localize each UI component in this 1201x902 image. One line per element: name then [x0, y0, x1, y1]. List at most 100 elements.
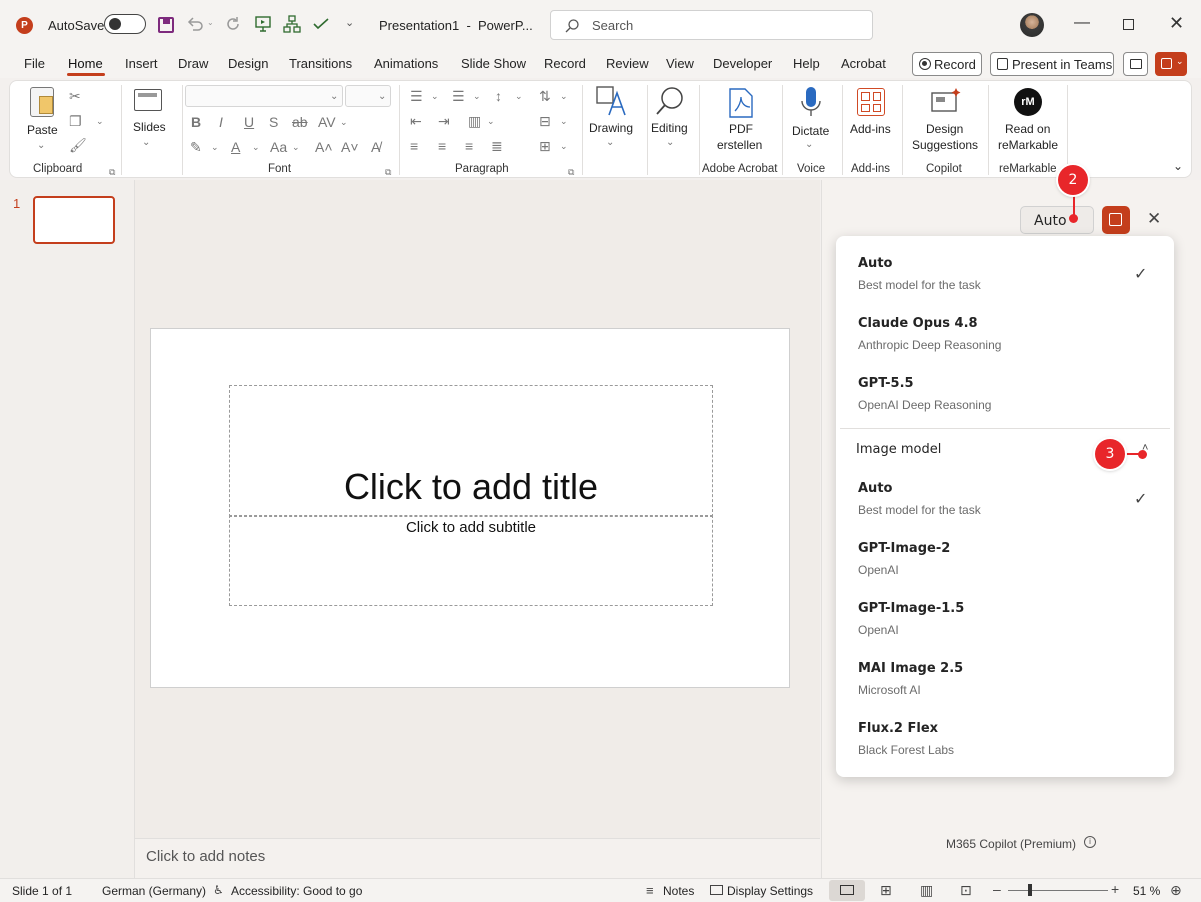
slide-sorter-icon[interactable]: ⊞	[880, 882, 892, 899]
tab-help[interactable]: Help	[793, 56, 820, 71]
share-button[interactable]: ⌄	[1155, 52, 1187, 76]
design-label-1[interactable]: Design	[926, 121, 963, 137]
align-center-icon[interactable]: ≡	[438, 139, 446, 153]
paste-icon[interactable]	[30, 87, 54, 117]
justify-icon[interactable]: ≣	[491, 139, 503, 153]
tab-acrobat[interactable]: Acrobat	[841, 56, 886, 71]
image-model-option[interactable]: Flux.2 Flex Black Forest Labs	[836, 715, 1174, 765]
paste-dropdown-icon[interactable]: ⌄	[37, 139, 45, 153]
tab-draw[interactable]: Draw	[178, 56, 208, 71]
undo-icon[interactable]	[186, 15, 204, 33]
language-indicator[interactable]: German (Germany)	[102, 884, 206, 898]
tab-review[interactable]: Review	[606, 56, 649, 71]
bullets-dropdown-icon[interactable]: ⌄	[431, 89, 439, 103]
pdf-label-2[interactable]: erstellen	[717, 137, 762, 153]
search-box[interactable]: Search	[550, 10, 873, 40]
design-label-2[interactable]: Suggestions	[912, 137, 978, 153]
cut-icon[interactable]: ✂	[69, 89, 81, 103]
shadow-icon[interactable]: S	[269, 115, 278, 129]
highlighter-icon[interactable]: ✎	[190, 140, 202, 154]
dictate-label[interactable]: Dictate	[792, 123, 829, 139]
zoom-out-icon[interactable]: –	[993, 881, 1001, 897]
new-slide-icon[interactable]	[134, 89, 162, 111]
tab-transitions[interactable]: Transitions	[289, 56, 352, 71]
drawing-shapes-icon[interactable]	[595, 85, 627, 117]
slideshow-view-icon[interactable]: ⊡	[960, 882, 972, 899]
zoom-in-icon[interactable]: +	[1111, 881, 1119, 897]
image-model-option[interactable]: MAI Image 2.5 Microsoft AI	[836, 655, 1174, 705]
accessibility-status[interactable]: Accessibility: Good to go	[231, 884, 362, 898]
customize-toolbar-icon[interactable]: ⌄	[345, 16, 354, 29]
normal-view-button[interactable]	[829, 880, 865, 901]
clear-formatting-icon[interactable]: A̸	[371, 140, 380, 154]
highlighter-dropdown-icon[interactable]: ⌄	[211, 140, 219, 154]
image-model-option[interactable]: Auto Best model for the task ✓	[836, 475, 1174, 525]
align-left-icon[interactable]: ≡	[410, 139, 418, 153]
increase-font-icon[interactable]: A˄	[315, 140, 333, 154]
paste-label[interactable]: Paste	[27, 122, 58, 138]
close-icon[interactable]: ✕	[1169, 13, 1184, 34]
fit-to-window-icon[interactable]: ⊕	[1170, 882, 1182, 899]
model-option[interactable]: GPT-5.5 OpenAI Deep Reasoning	[836, 370, 1174, 420]
minimize-icon[interactable]: —	[1074, 14, 1090, 32]
notes-button[interactable]: Notes	[663, 884, 694, 898]
undo-dropdown-icon[interactable]: ⌄	[207, 18, 214, 27]
check-shape-icon[interactable]	[312, 16, 330, 32]
image-model-option[interactable]: GPT-Image-1.5 OpenAI	[836, 595, 1174, 645]
line-spacing-icon[interactable]: ↕	[495, 89, 502, 103]
redo-icon[interactable]	[224, 15, 242, 33]
display-settings-icon[interactable]	[710, 885, 723, 895]
align-right-icon[interactable]: ≡	[465, 139, 473, 153]
add-ins-label[interactable]: Add-ins	[850, 121, 891, 137]
collapse-ribbon-icon[interactable]: ⌄	[1173, 159, 1183, 173]
editing-label[interactable]: Editing	[651, 120, 688, 136]
avatar[interactable]	[1020, 13, 1044, 37]
italic-icon[interactable]: I	[219, 115, 223, 129]
decrease-font-icon[interactable]: A˅	[341, 140, 359, 154]
numbering-dropdown-icon[interactable]: ⌄	[473, 89, 481, 103]
accessibility-icon[interactable]: ♿	[213, 883, 224, 897]
font-color-dropdown-icon[interactable]: ⌄	[252, 140, 260, 154]
save-icon[interactable]	[158, 17, 174, 33]
tab-view[interactable]: View	[666, 56, 694, 71]
tab-insert[interactable]: Insert	[125, 56, 158, 71]
align-text-dropdown-icon[interactable]: ⌄	[560, 114, 568, 128]
tab-animations[interactable]: Animations	[374, 56, 438, 71]
text-direction-icon[interactable]: ⇅	[539, 89, 551, 103]
character-spacing-icon[interactable]: AV	[318, 115, 336, 129]
add-ins-icon[interactable]	[857, 88, 885, 116]
info-icon[interactable]: i	[1084, 836, 1096, 848]
decrease-indent-icon[interactable]: ⇤	[410, 114, 422, 128]
tab-record[interactable]: Record	[544, 56, 586, 71]
read-label-1[interactable]: Read on	[1005, 121, 1050, 137]
pdf-label-1[interactable]: PDF	[729, 121, 753, 137]
close-pane-icon[interactable]: ✕	[1147, 209, 1161, 229]
paragraph-launcher-icon[interactable]: ⧉	[568, 165, 574, 179]
model-option[interactable]: Auto Best model for the task ✓	[836, 250, 1174, 300]
microphone-icon[interactable]	[799, 85, 823, 119]
tab-home[interactable]: Home	[68, 56, 103, 71]
copy-dropdown-icon[interactable]: ⌄	[96, 114, 104, 128]
present-from-start-icon[interactable]	[254, 15, 272, 33]
underline-icon[interactable]: U	[244, 115, 254, 129]
font-color-icon[interactable]: A	[231, 140, 240, 154]
columns-icon[interactable]: ▥	[468, 114, 481, 128]
reading-view-icon[interactable]: ▥	[920, 882, 933, 899]
slide-thumbnail[interactable]	[33, 196, 115, 244]
slides-dropdown-icon[interactable]: ⌄	[142, 136, 150, 150]
font-family-select[interactable]: ⌄	[185, 85, 343, 107]
notes-pane[interactable]: Click to add notes	[135, 838, 820, 878]
align-text-icon[interactable]: ⊟	[539, 114, 551, 128]
read-label-2[interactable]: reMarkable	[998, 137, 1058, 153]
font-size-select[interactable]: ⌄	[345, 85, 391, 107]
character-spacing-dropdown-icon[interactable]: ⌄	[340, 115, 348, 129]
notes-icon[interactable]: ≡	[646, 883, 654, 898]
zoom-level[interactable]: 51 %	[1133, 884, 1160, 898]
autosave-toggle[interactable]	[104, 14, 146, 34]
slide-canvas[interactable]: Click to add title Click to add subtitle	[150, 328, 790, 688]
comments-button[interactable]	[1123, 52, 1148, 76]
new-chat-button[interactable]	[1102, 206, 1130, 234]
record-button[interactable]: Record	[912, 52, 982, 76]
strikethrough-icon[interactable]: ab	[292, 115, 308, 129]
pdf-create-icon[interactable]	[727, 87, 755, 119]
